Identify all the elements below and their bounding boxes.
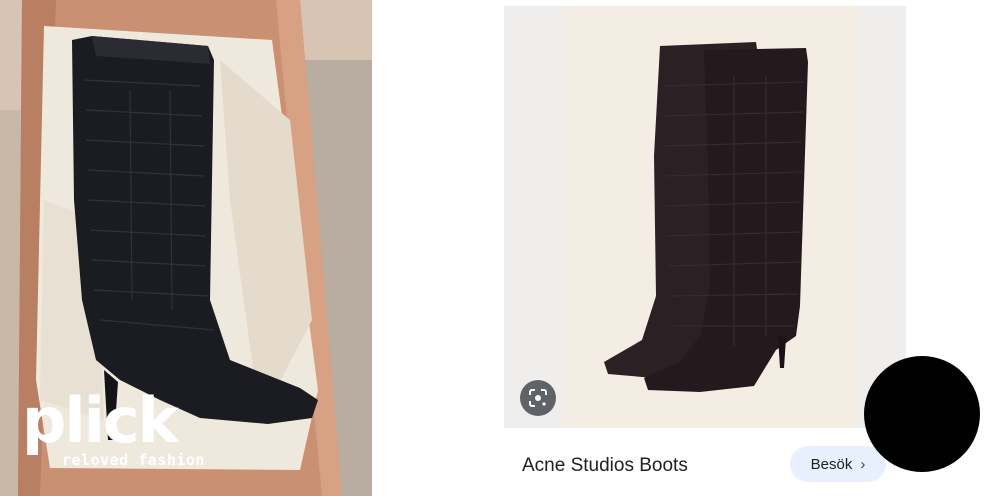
boots-pair-illustration <box>562 6 858 428</box>
product-image[interactable] <box>504 6 906 428</box>
left-product-photo: plick reloved fashion <box>0 0 372 496</box>
chevron-right-icon: › <box>860 455 866 473</box>
brand-name: plick <box>22 384 179 457</box>
visit-button[interactable]: Besök › <box>790 446 886 482</box>
product-card[interactable]: Acne Studios Boots Besök › <box>504 0 906 496</box>
brand-tagline: reloved fashion <box>62 451 205 469</box>
google-lens-icon[interactable] <box>520 380 556 416</box>
lens-glyph <box>529 389 547 407</box>
visit-button-label: Besök <box>810 455 853 473</box>
brand-logo: plick reloved fashion <box>22 384 205 470</box>
redaction-dot <box>864 356 980 472</box>
product-title[interactable]: Acne Studios Boots <box>522 455 688 477</box>
